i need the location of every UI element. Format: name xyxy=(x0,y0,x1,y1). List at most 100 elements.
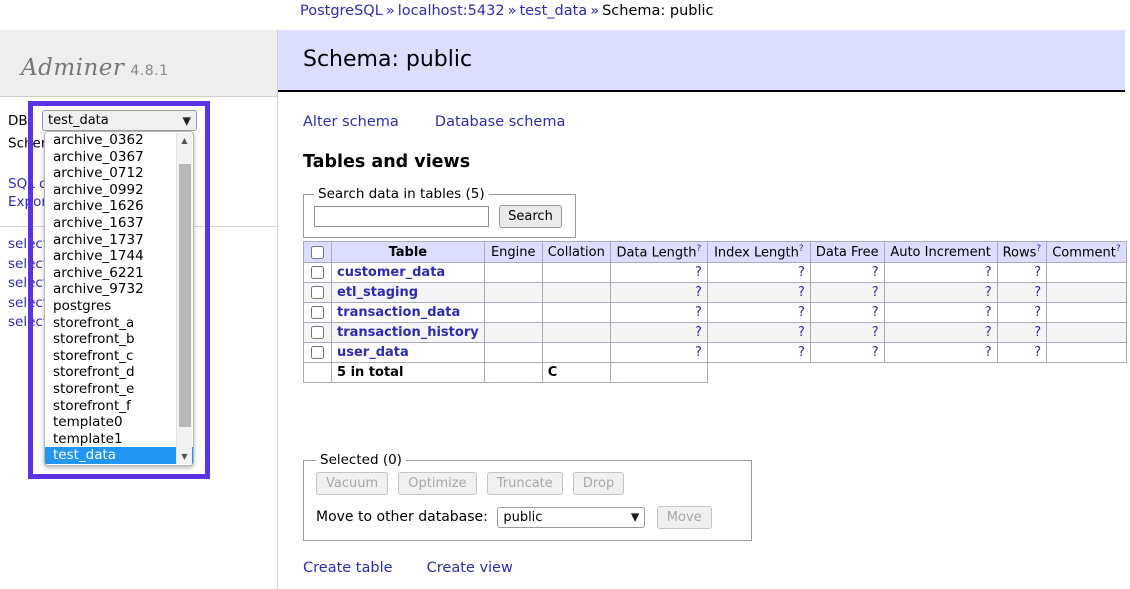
move-database-select[interactable]: public xyxy=(497,507,645,528)
move-button[interactable]: Move xyxy=(657,506,712,529)
alter-schema-link[interactable]: Alter schema xyxy=(303,114,399,130)
db-option-template1[interactable]: template1 xyxy=(45,431,193,448)
logo-version: 4.8.1 xyxy=(130,63,168,79)
total-spacer-cell xyxy=(610,363,707,383)
scroll-down-arrow-icon[interactable]: ▼ xyxy=(177,449,192,464)
table-name-cell[interactable]: user_data xyxy=(332,343,485,363)
th-table[interactable]: Table xyxy=(332,242,485,263)
table-link-transaction-data[interactable]: transaction_data xyxy=(337,305,460,320)
table-row: etl_staging????? xyxy=(304,283,1127,303)
engine-cell xyxy=(484,343,542,363)
db-select-wrap[interactable]: test_data ▼ xyxy=(42,110,197,131)
row-checkbox[interactable] xyxy=(311,286,324,299)
db-option-storefront-c[interactable]: storefront_c xyxy=(45,348,193,365)
table-link-transaction-history[interactable]: transaction_history xyxy=(337,325,479,340)
row-checkbox-cell[interactable] xyxy=(304,303,332,323)
table-name-cell[interactable]: customer_data xyxy=(332,263,485,283)
th-index-length[interactable]: Index Length? xyxy=(707,242,810,263)
scroll-up-arrow-icon[interactable]: ▲ xyxy=(177,133,192,148)
comment-cell xyxy=(1047,323,1126,343)
logo-band: Adminer4.8.1 xyxy=(0,30,277,97)
db-dropdown-scrollbar[interactable]: ▲ ▼ xyxy=(176,133,192,464)
engine-cell xyxy=(484,303,542,323)
th-collation[interactable]: Collation xyxy=(542,242,610,263)
db-select[interactable]: test_data xyxy=(42,110,197,131)
db-option-archive-0362[interactable]: archive_0362 xyxy=(45,132,193,149)
breadcrumb: PostgreSQL»localhost:5432»test_data»Sche… xyxy=(300,3,714,19)
db-option-test-data[interactable]: test_data xyxy=(45,447,193,464)
move-select-wrap[interactable]: public ▼ xyxy=(497,507,645,528)
engine-cell xyxy=(484,283,542,303)
search-button[interactable]: Search xyxy=(499,205,562,228)
scrollbar-thumb[interactable] xyxy=(179,164,191,427)
db-option-archive-1637[interactable]: archive_1637 xyxy=(45,215,193,232)
breadcrumb-database[interactable]: test_data xyxy=(519,3,587,19)
db-dropdown-options[interactable]: archive_0362archive_0367archive_0712arch… xyxy=(45,132,193,464)
db-option-archive-0367[interactable]: archive_0367 xyxy=(45,149,193,166)
create-table-link[interactable]: Create table xyxy=(303,560,393,576)
db-option-archive-1626[interactable]: archive_1626 xyxy=(45,198,193,215)
db-option-storefront-e[interactable]: storefront_e xyxy=(45,381,193,398)
vacuum-button[interactable]: Vacuum xyxy=(316,472,388,495)
create-view-link[interactable]: Create view xyxy=(427,560,513,576)
rows-cell: ? xyxy=(997,303,1047,323)
database-schema-link[interactable]: Database schema xyxy=(435,114,565,130)
row-checkbox-cell[interactable] xyxy=(304,323,332,343)
db-option-archive-1737[interactable]: archive_1737 xyxy=(45,232,193,249)
db-option-archive-0712[interactable]: archive_0712 xyxy=(45,165,193,182)
db-option-postgres[interactable]: postgres xyxy=(45,298,193,315)
th-data-free[interactable]: Data Free xyxy=(810,242,884,263)
row-checkbox-cell[interactable] xyxy=(304,283,332,303)
breadcrumb-host[interactable]: localhost:5432 xyxy=(398,3,505,19)
help-icon[interactable]: ? xyxy=(1036,244,1041,254)
th-comment[interactable]: Comment? xyxy=(1047,242,1126,263)
table-row: user_data????? xyxy=(304,343,1127,363)
table-name-cell[interactable]: transaction_history xyxy=(332,323,485,343)
truncate-button[interactable]: Truncate xyxy=(487,472,563,495)
optimize-button[interactable]: Optimize xyxy=(398,472,476,495)
data-length-cell: ? xyxy=(610,303,707,323)
th-engine[interactable]: Engine xyxy=(484,242,542,263)
drop-button[interactable]: Drop xyxy=(573,472,624,495)
db-option-archive-0992[interactable]: archive_0992 xyxy=(45,182,193,199)
db-dropdown-list[interactable]: archive_0362archive_0367archive_0712arch… xyxy=(44,131,194,466)
db-option-archive-6221[interactable]: archive_6221 xyxy=(45,265,193,282)
table-name-cell[interactable]: transaction_data xyxy=(332,303,485,323)
db-option-storefront-d[interactable]: storefront_d xyxy=(45,364,193,381)
table-link-user-data[interactable]: user_data xyxy=(337,345,409,360)
data-free-cell: ? xyxy=(810,323,884,343)
bottom-links: Create table Create view xyxy=(303,560,543,576)
th-data-length[interactable]: Data Length? xyxy=(610,242,707,263)
table-link-customer-data[interactable]: customer_data xyxy=(337,265,445,280)
search-input[interactable] xyxy=(314,206,489,227)
db-select-inner[interactable]: test_data ▼ xyxy=(42,110,197,131)
row-checkbox[interactable] xyxy=(311,306,324,319)
table-link-etl-staging[interactable]: etl_staging xyxy=(337,285,418,300)
help-icon[interactable]: ? xyxy=(1116,244,1121,254)
db-option-storefront-f[interactable]: storefront_f xyxy=(45,398,193,415)
row-checkbox-cell[interactable] xyxy=(304,263,332,283)
row-checkbox-cell[interactable] xyxy=(304,343,332,363)
data-free-cell: ? xyxy=(810,343,884,363)
rows-cell: ? xyxy=(997,343,1047,363)
table-header-row: Table Engine Collation Data Length? Inde… xyxy=(304,242,1127,263)
move-to-database-row: Move to other database: public ▼ Move xyxy=(316,506,741,529)
breadcrumb-separator-3: » xyxy=(590,3,599,19)
help-icon[interactable]: ? xyxy=(799,244,804,254)
th-auto-increment[interactable]: Auto Increment xyxy=(884,242,997,263)
db-option-archive-9732[interactable]: archive_9732 xyxy=(45,281,193,298)
row-checkbox[interactable] xyxy=(311,266,324,279)
th-rows[interactable]: Rows? xyxy=(997,242,1047,263)
breadcrumb-server[interactable]: PostgreSQL xyxy=(300,3,383,19)
th-select-all[interactable] xyxy=(304,242,332,263)
db-option-storefront-a[interactable]: storefront_a xyxy=(45,315,193,332)
select-all-checkbox[interactable] xyxy=(311,246,324,259)
row-checkbox[interactable] xyxy=(311,346,324,359)
selected-fieldset: Selected (0) Vacuum Optimize Truncate Dr… xyxy=(303,452,752,541)
db-option-template0[interactable]: template0 xyxy=(45,414,193,431)
row-checkbox[interactable] xyxy=(311,326,324,339)
db-option-archive-1744[interactable]: archive_1744 xyxy=(45,248,193,265)
help-icon[interactable]: ? xyxy=(696,244,701,254)
db-option-storefront-b[interactable]: storefront_b xyxy=(45,331,193,348)
table-name-cell[interactable]: etl_staging xyxy=(332,283,485,303)
